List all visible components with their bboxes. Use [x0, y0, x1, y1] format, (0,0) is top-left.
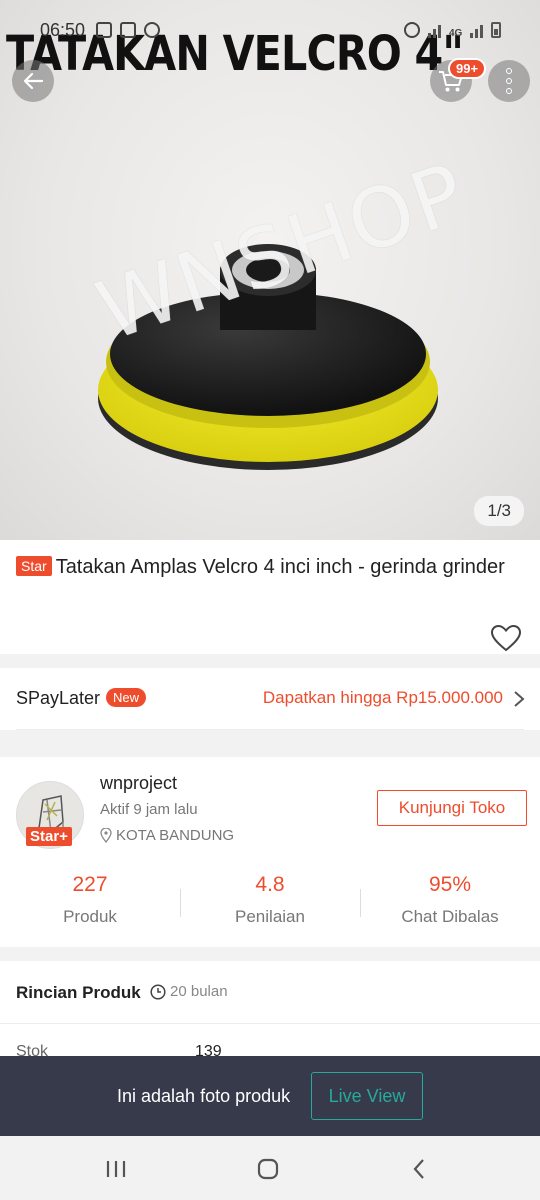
signal-icon: [428, 22, 441, 38]
chevron-right-icon: [514, 691, 525, 707]
signal-icon-2: [470, 22, 484, 38]
shop-card: Star+ wnproject Aktif 9 jam lalu KOTA BA…: [0, 757, 540, 947]
location-pin-icon: [100, 828, 112, 843]
whatsapp-icon: [144, 22, 160, 38]
nav-back-icon: [413, 1159, 424, 1179]
home-icon: [257, 1158, 279, 1180]
stat-value: 95%: [428, 873, 472, 896]
details-heading: Rincian Produk: [16, 983, 141, 1002]
cart-count-badge: 99+: [448, 58, 487, 79]
nav-back-button[interactable]: [404, 1156, 434, 1182]
product-title-text: Tatakan Amplas Velcro 4 inci inch - geri…: [55, 556, 505, 578]
image-pager: 1/3: [474, 496, 524, 526]
star-badge: Star: [16, 556, 52, 576]
stat-value: 227: [72, 873, 108, 896]
back-button[interactable]: [12, 60, 54, 102]
stat-products[interactable]: 227 Produk: [0, 873, 180, 927]
alarm-icon: [404, 22, 420, 38]
listing-age: 20 bulan: [150, 983, 228, 1000]
home-button[interactable]: [253, 1156, 283, 1182]
live-view-button[interactable]: Live View: [311, 1072, 423, 1120]
spaylater-row[interactable]: SPayLater New Dapatkan hingga Rp15.000.0…: [0, 668, 540, 730]
stat-label: Produk: [63, 907, 117, 926]
spaylater-offer: Dapatkan hingga Rp15.000.000: [262, 688, 503, 707]
shop-name[interactable]: wnproject: [100, 773, 177, 794]
listing-age-text: 20 bulan: [170, 983, 228, 1000]
toast-message: Ini adalah foto produk: [117, 1086, 291, 1106]
divider: [0, 1023, 540, 1024]
recent-apps-button[interactable]: [101, 1156, 131, 1182]
shopping-bag-icon: [120, 22, 136, 38]
status-bar: 06:50 4G: [0, 20, 540, 44]
stat-label: Penilaian: [235, 907, 305, 926]
shop-location: KOTA BANDUNG: [100, 827, 234, 844]
network-type: 4G: [449, 28, 463, 39]
stat-rating[interactable]: 4.8 Penilaian: [180, 873, 360, 927]
recent-apps-icon: [106, 1161, 126, 1177]
back-arrow-icon: [23, 72, 44, 90]
stat-label: Chat Dibalas: [401, 907, 499, 926]
product-title-section: Star Tatakan Amplas Velcro 4 inci inch - …: [0, 540, 540, 654]
favorite-heart-icon[interactable]: [490, 624, 522, 652]
more-vertical-icon: [506, 68, 512, 94]
photo-toast: Ini adalah foto produk Live View: [0, 1056, 540, 1136]
system-nav-bar: [0, 1136, 540, 1200]
shop-active-status: Aktif 9 jam lalu: [100, 801, 198, 818]
spaylater-label: SPayLater: [16, 688, 101, 708]
product-details: Rincian Produk 20 bulan Stok 139: [0, 961, 540, 1061]
battery-icon: [491, 22, 502, 38]
star-plus-badge: Star+: [26, 827, 72, 846]
visit-shop-button[interactable]: Kunjungi Toko: [377, 790, 527, 826]
divider: [16, 729, 524, 730]
stat-value: 4.8: [255, 873, 285, 896]
shop-location-text: KOTA BANDUNG: [116, 827, 235, 844]
gallery-icon: [96, 22, 112, 38]
new-badge: New: [106, 688, 147, 707]
product-title: Star Tatakan Amplas Velcro 4 inci inch - …: [16, 554, 516, 580]
clock-icon: [150, 983, 166, 1000]
stat-chat-reply[interactable]: 95% Chat Dibalas: [360, 873, 540, 927]
status-time: 06:50: [40, 20, 86, 40]
more-options-button[interactable]: [488, 60, 530, 102]
